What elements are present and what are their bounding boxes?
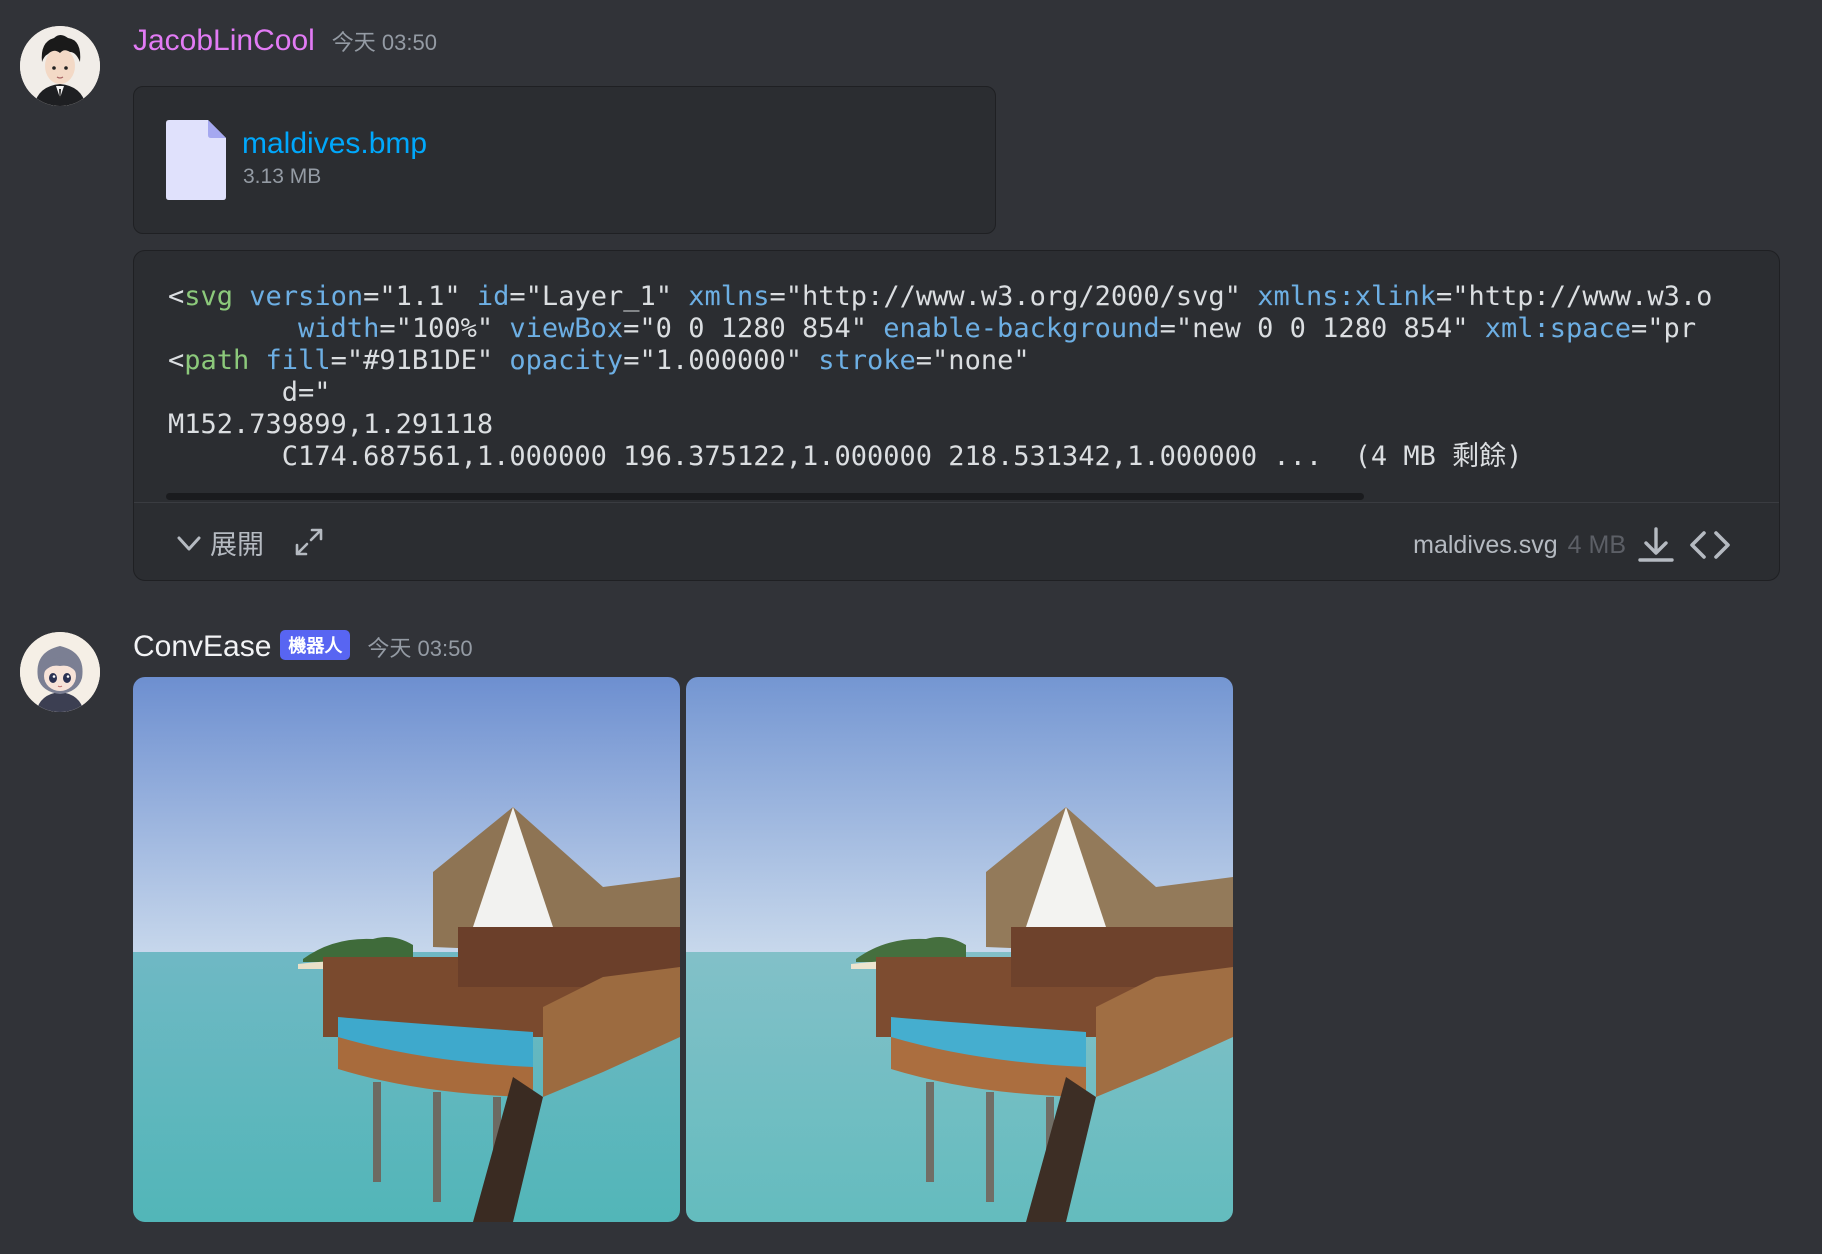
expand-button[interactable]: 展開 <box>174 523 264 562</box>
file-attachment: maldives.bmp 3.13 MB <box>133 86 996 234</box>
username[interactable]: ConvEase <box>133 630 271 664</box>
code-token: enable-background <box>867 313 1160 344</box>
svg-file-size: 4 MB <box>1567 530 1626 559</box>
chevron-down-icon <box>177 536 201 550</box>
download-icon[interactable] <box>1634 523 1678 567</box>
bot-badge: 機器人 <box>280 630 351 660</box>
code-line: C174.687561,1.000000 196.375122,1.000000… <box>168 441 1712 473</box>
code-token: ="http://www.w3.o <box>1436 281 1713 312</box>
message-header: ConvEase 機器人 今天 03:50 <box>133 630 473 664</box>
expand-arrows-icon[interactable] <box>292 525 326 559</box>
code-token: M152.739899,1.291118 <box>168 409 494 440</box>
code-text: <svg version="1.1" id="Layer_1" xmlns="h… <box>168 281 1712 473</box>
code-token: ="none" <box>915 345 1030 376</box>
file-icon <box>166 120 226 200</box>
code-token: ="Layer_1" <box>509 281 672 312</box>
code-line: d=" <box>168 377 1712 409</box>
image-attachment-original[interactable] <box>133 677 680 1222</box>
code-token: ="http://www.w3.org/2000/svg" <box>769 281 1241 312</box>
timestamp: 今天 03:50 <box>367 636 473 661</box>
code-brackets-icon[interactable] <box>1686 525 1734 565</box>
code-token: xml:space <box>1468 313 1632 344</box>
code-token: stroke <box>802 345 916 376</box>
code-file-info: maldives.svg 4 MB <box>1413 523 1734 567</box>
avatar-jacoblincool[interactable] <box>20 26 100 106</box>
svg-file-name: maldives.svg <box>1413 530 1558 559</box>
code-token: C174.687561,1.000000 196.375122,1.000000… <box>168 441 1523 472</box>
code-token: path <box>184 345 250 376</box>
file-name-link[interactable]: maldives.bmp <box>242 127 427 161</box>
code-token: ="100%" <box>379 313 494 344</box>
code-token: ="0 0 1280 854" <box>623 313 868 344</box>
code-token: fill <box>249 345 331 376</box>
horizontal-scrollbar[interactable] <box>166 493 1364 500</box>
code-token: ="pr <box>1631 313 1697 344</box>
code-preview-area[interactable]: <svg version="1.1" id="Layer_1" xmlns="h… <box>134 251 1779 500</box>
image-attachment-converted[interactable] <box>686 677 1233 1222</box>
code-token: version <box>233 281 364 312</box>
code-preview-footer: 展開 maldives.svg 4 MB <box>134 502 1779 580</box>
code-preview-card: <svg version="1.1" id="Layer_1" xmlns="h… <box>133 250 1780 581</box>
code-line: width="100%" viewBox="0 0 1280 854" enab… <box>168 313 1712 345</box>
maldives-photo <box>133 677 680 1222</box>
maldives-photo <box>686 677 1233 1222</box>
code-line: <path fill="#91B1DE" opacity="1.000000" … <box>168 345 1712 377</box>
code-token: width <box>168 313 380 344</box>
code-token: ="1.000000" <box>623 345 802 376</box>
code-token: < <box>168 345 185 376</box>
avatar-convease[interactable] <box>20 632 100 712</box>
code-token: xmlns:xlink <box>1240 281 1437 312</box>
expand-label: 展開 <box>210 530 264 560</box>
code-token: ="#91B1DE" <box>330 345 494 376</box>
code-token: d=" <box>168 377 331 408</box>
code-token: id <box>460 281 510 312</box>
message-header: JacobLinCool 今天 03:50 <box>133 24 437 58</box>
code-token: opacity <box>493 345 624 376</box>
username[interactable]: JacobLinCool <box>133 24 315 58</box>
timestamp: 今天 03:50 <box>331 30 437 55</box>
file-size: 3.13 MB <box>243 165 322 188</box>
code-line: M152.739899,1.291118 <box>168 409 1712 441</box>
code-token: ="1.1" <box>363 281 461 312</box>
code-token: viewBox <box>493 313 624 344</box>
code-line: <svg version="1.1" id="Layer_1" xmlns="h… <box>168 281 1712 313</box>
code-token: xmlns <box>671 281 770 312</box>
code-token: ="new 0 0 1280 854" <box>1159 313 1469 344</box>
code-token: < <box>168 281 185 312</box>
code-token: svg <box>184 281 234 312</box>
